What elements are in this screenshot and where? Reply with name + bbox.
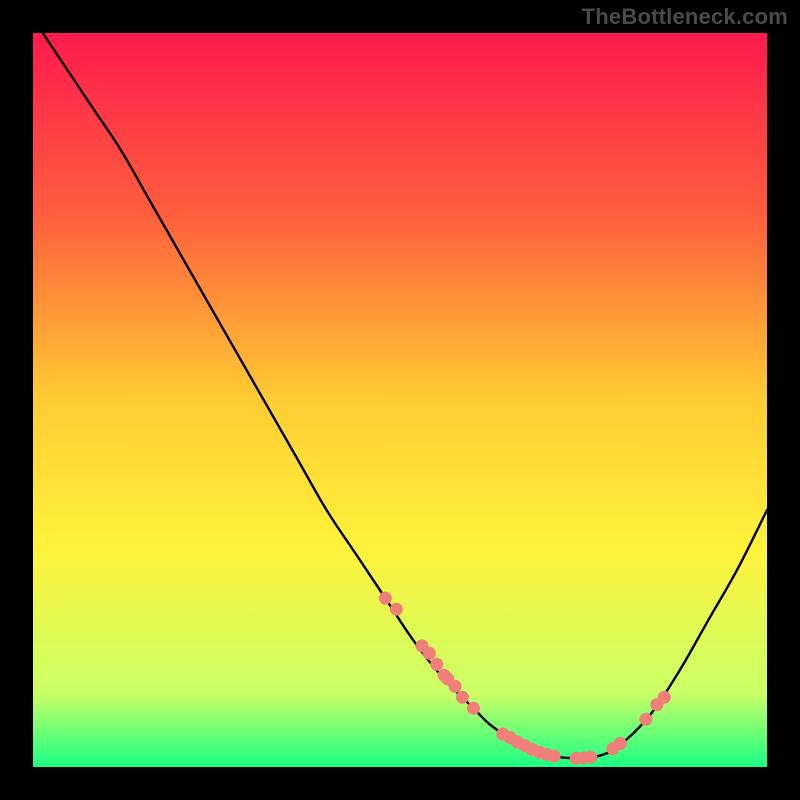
- chart-svg: [33, 33, 767, 767]
- data-point: [456, 691, 469, 704]
- data-point: [379, 592, 392, 605]
- data-point: [614, 737, 627, 750]
- data-point: [449, 680, 462, 693]
- data-point: [639, 713, 652, 726]
- data-point: [430, 658, 443, 671]
- data-point: [658, 691, 671, 704]
- data-point: [548, 749, 561, 762]
- plot-area: [33, 33, 767, 767]
- gradient-background: [33, 33, 767, 767]
- chart-frame: TheBottleneck.com: [0, 0, 800, 800]
- data-point: [390, 603, 403, 616]
- data-point: [423, 647, 436, 660]
- data-point: [584, 751, 597, 764]
- data-point: [467, 702, 480, 715]
- watermark-text: TheBottleneck.com: [582, 4, 788, 30]
